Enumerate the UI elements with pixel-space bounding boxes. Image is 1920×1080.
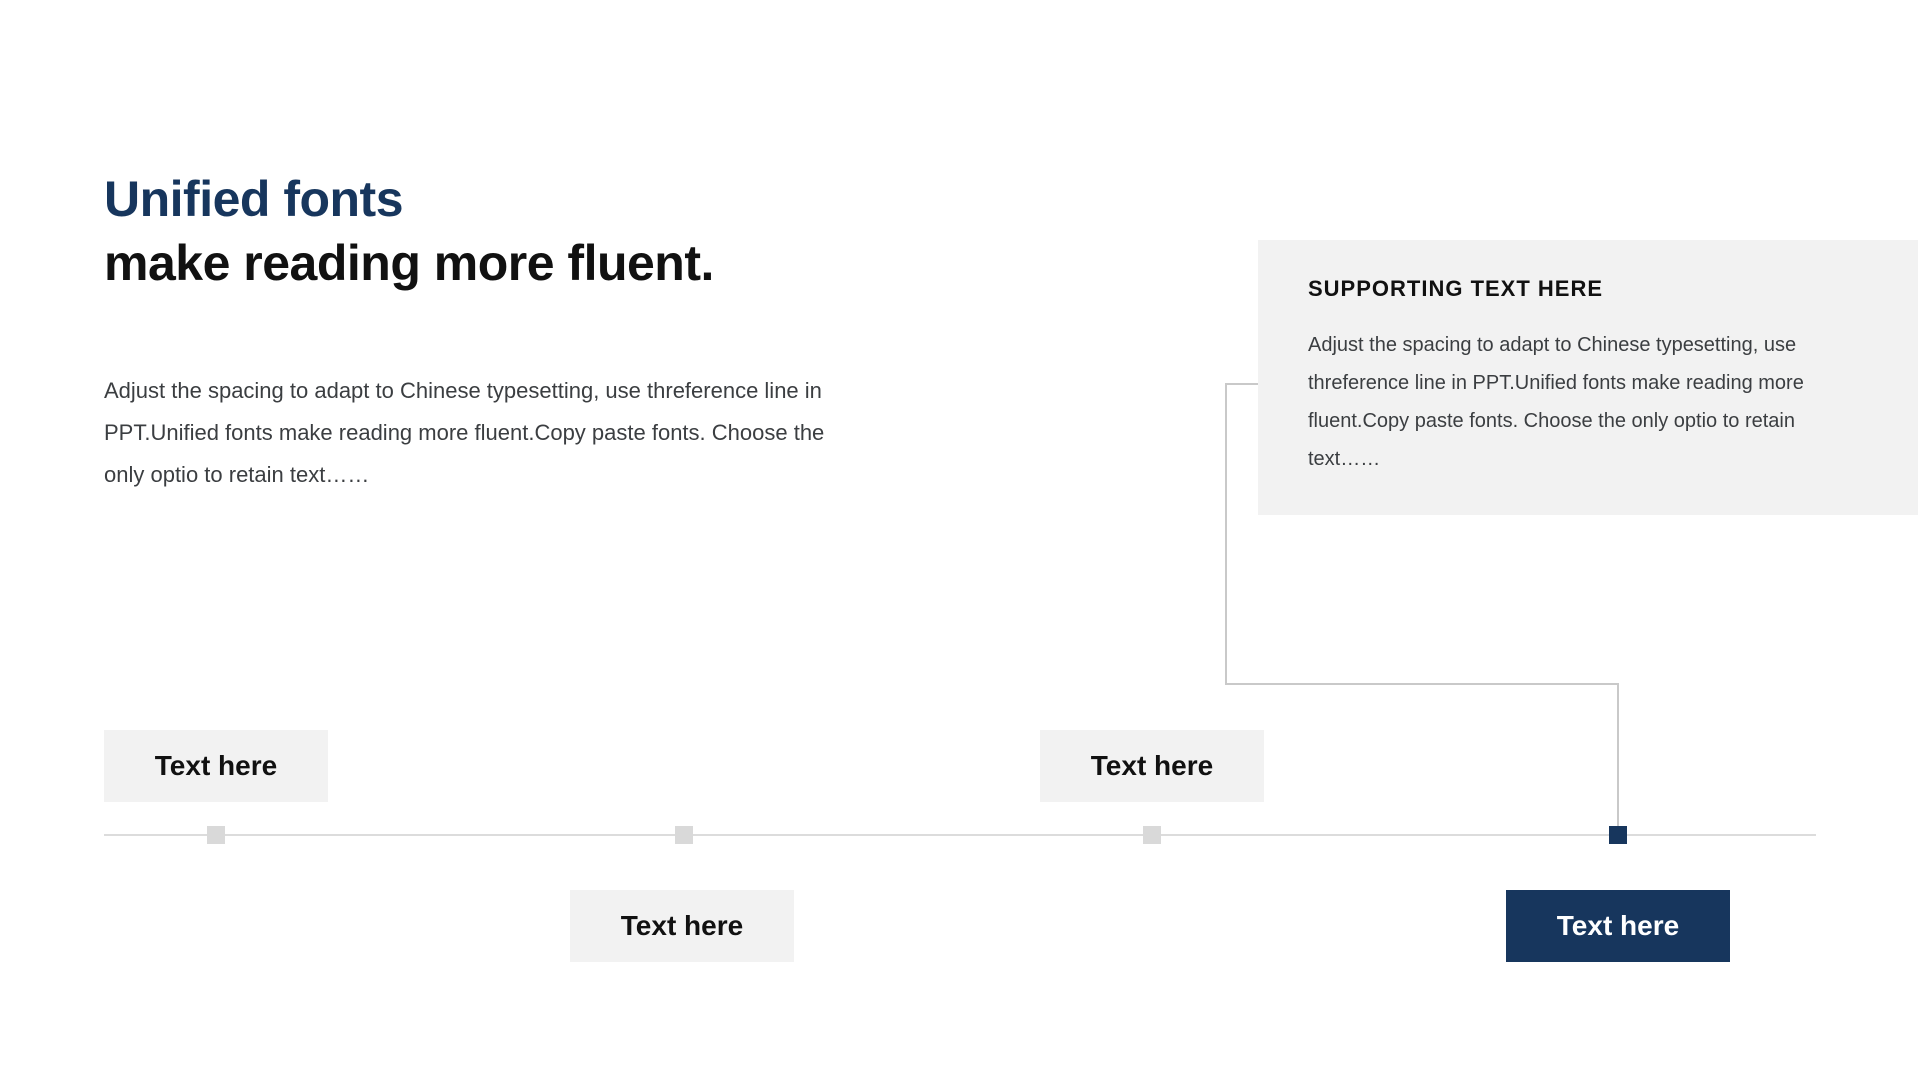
timeline-label: Text here [570,890,794,962]
timeline-marker [1143,826,1161,844]
connector-segment [1225,683,1619,685]
timeline-marker-active [1609,826,1627,844]
title-line-1: Unified fonts [104,170,714,228]
body-paragraph: Adjust the spacing to adapt to Chinese t… [104,370,864,496]
connector-segment [1225,383,1258,385]
timeline-axis [104,834,1816,836]
timeline-label-active: Text here [1506,890,1730,962]
timeline-label: Text here [104,730,328,802]
supporting-body: Adjust the spacing to adapt to Chinese t… [1308,326,1868,478]
timeline-marker [207,826,225,844]
title-block: Unified fonts make reading more fluent. [104,170,714,292]
slide: Unified fonts make reading more fluent. … [0,0,1920,1080]
supporting-heading: SUPPORTING TEXT HERE [1308,276,1868,302]
connector-segment [1617,683,1619,826]
connector-segment [1225,383,1227,683]
supporting-text-box: SUPPORTING TEXT HERE Adjust the spacing … [1258,240,1918,515]
title-line-2: make reading more fluent. [104,234,714,292]
timeline-marker [675,826,693,844]
timeline-label: Text here [1040,730,1264,802]
